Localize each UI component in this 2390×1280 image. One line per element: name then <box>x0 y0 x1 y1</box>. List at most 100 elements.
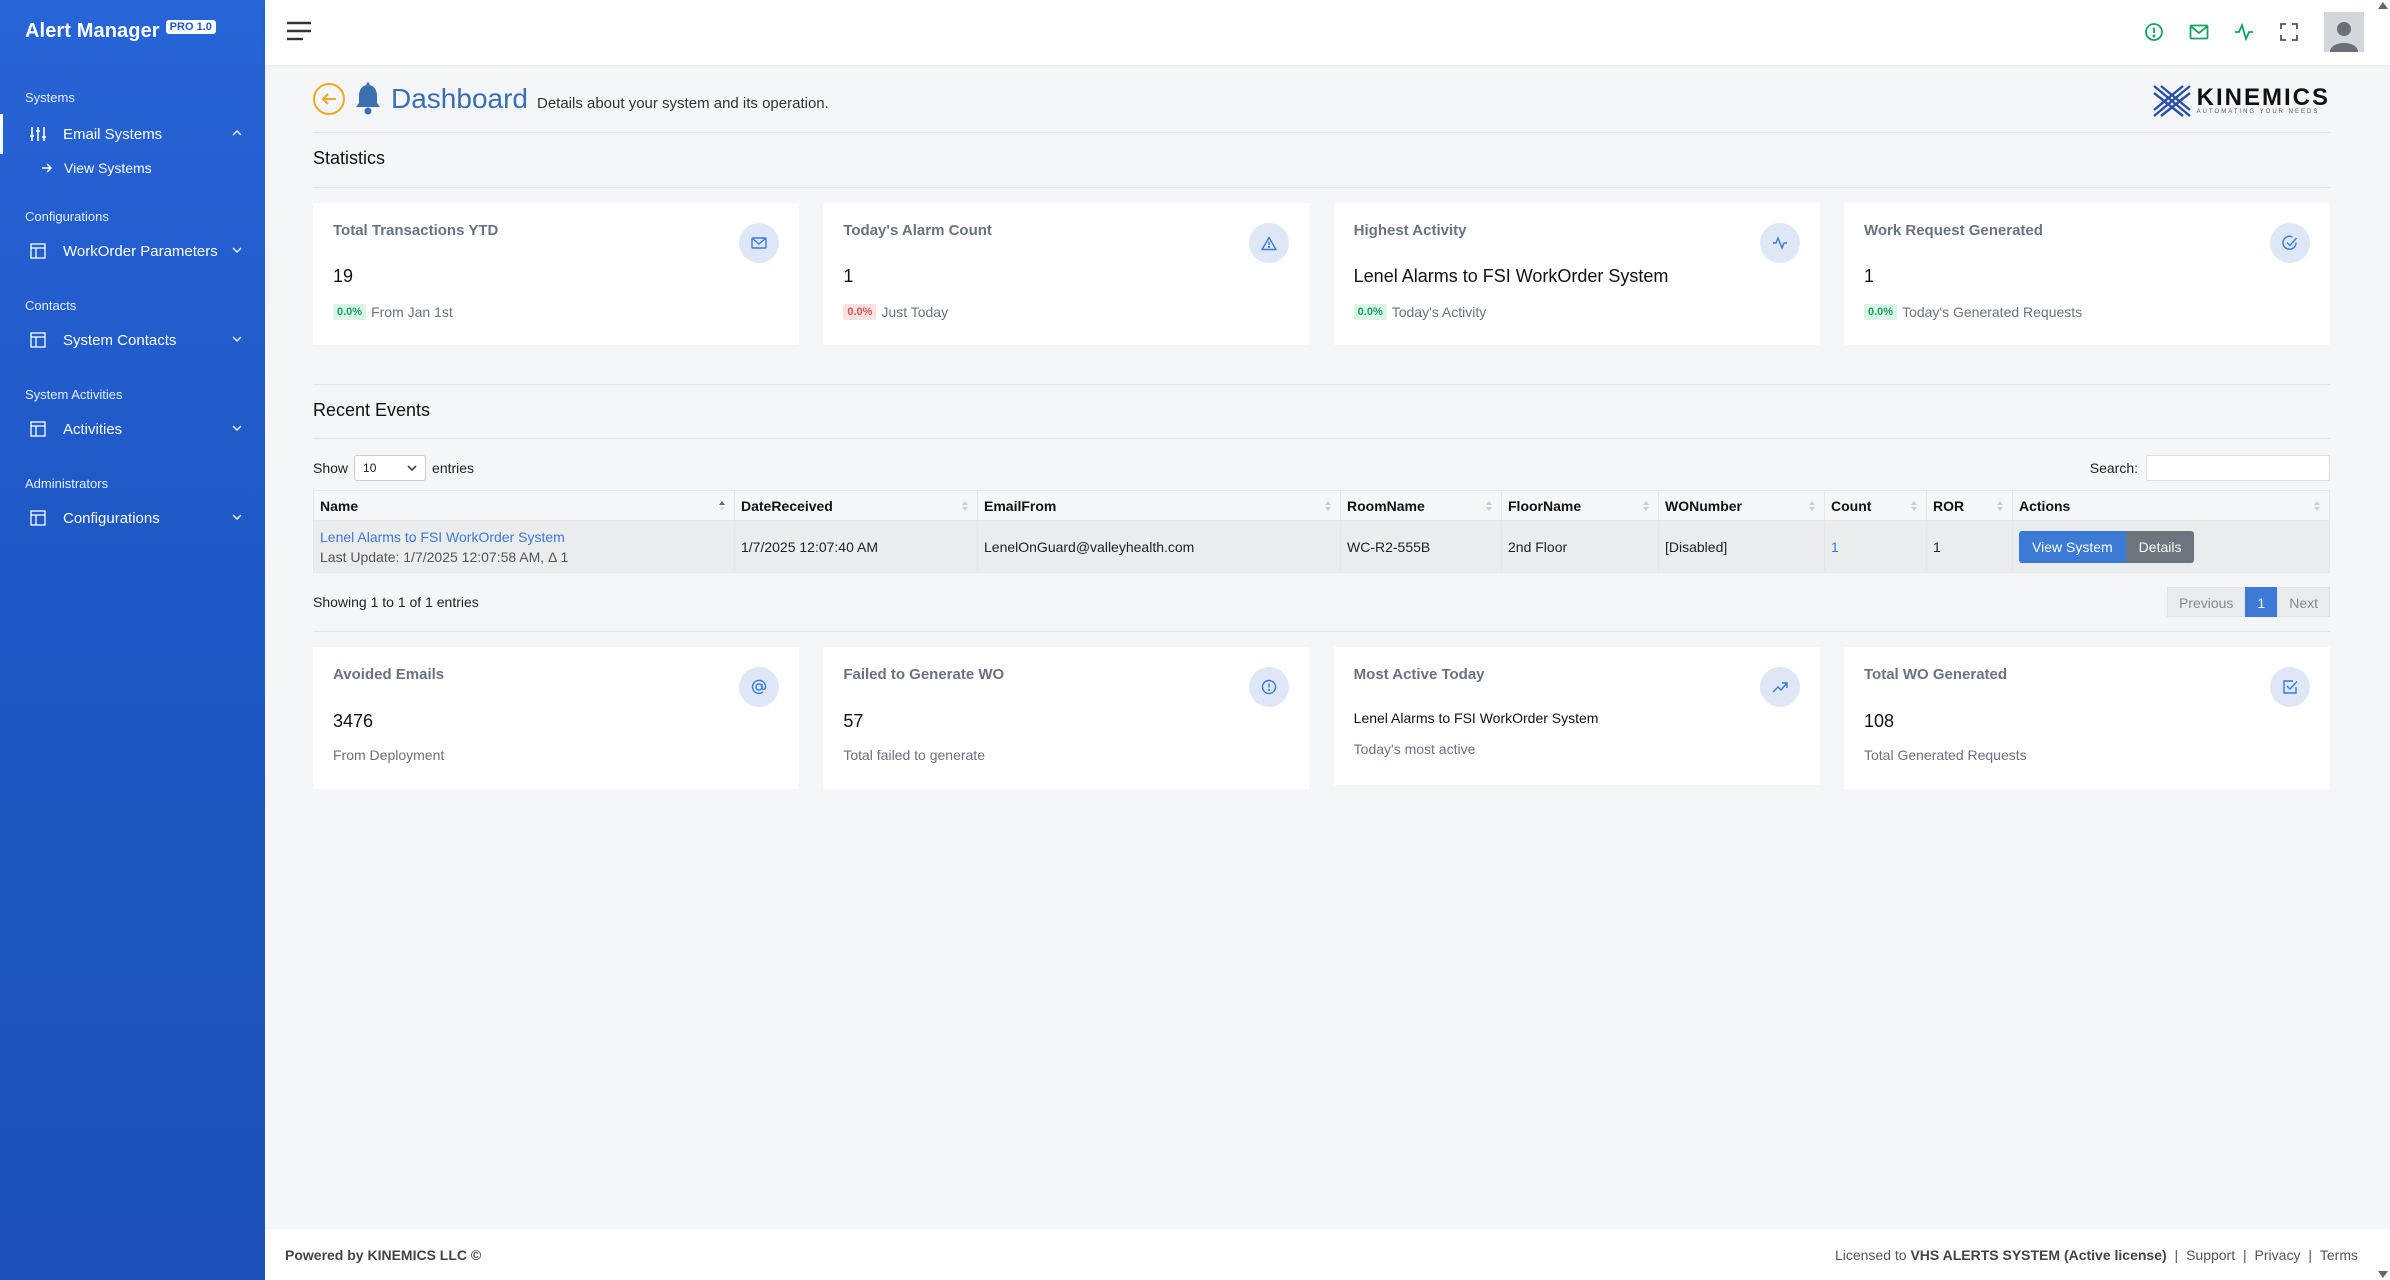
pagination: Previous 1 Next <box>2166 587 2330 617</box>
column-header-ror[interactable]: ROR <box>1926 490 2013 521</box>
sort-icon <box>962 501 968 511</box>
version-badge: PRO 1.0 <box>165 20 216 34</box>
card-title: Total Transactions YTD <box>333 222 499 239</box>
scroll-down-arrow-icon[interactable] <box>2378 1271 2388 1278</box>
alert-circle-icon[interactable] <box>2141 19 2167 45</box>
column-header-count[interactable]: Count <box>1824 490 1927 521</box>
chevron-down-icon <box>231 422 243 434</box>
chevron-down-icon <box>231 244 243 256</box>
details-button[interactable]: Details <box>2125 530 2195 563</box>
sidebar-item-label: WorkOrder Parameters <box>63 242 218 260</box>
chevron-down-icon <box>231 511 243 523</box>
card-footnote: Today's most active <box>1353 741 1476 757</box>
sort-icon <box>1325 501 1331 511</box>
alert-triangle-icon <box>1249 223 1290 263</box>
page-length-select[interactable]: 10 <box>354 455 427 481</box>
column-header-email-from[interactable]: EmailFrom <box>977 490 1341 521</box>
table-icon <box>29 242 47 260</box>
licensed-prefix: Licensed to <box>1834 1246 1907 1263</box>
avatar[interactable] <box>2324 12 2364 52</box>
search-input[interactable] <box>2146 455 2330 481</box>
column-header-wo-number[interactable]: WONumber <box>1658 490 1825 521</box>
back-button[interactable] <box>313 82 345 115</box>
entries-label: entries <box>432 460 475 476</box>
chevron-up-icon <box>231 127 243 139</box>
hamburger-menu-icon[interactable] <box>285 20 313 44</box>
sidebar-subitem-view-systems[interactable]: View Systems <box>0 154 265 182</box>
table-footer: Showing 1 to 1 of 1 entries Previous 1 N… <box>313 573 2330 632</box>
sidebar-item-activities[interactable]: Activities <box>0 409 265 449</box>
cell-wo-number: [Disabled] <box>1658 520 1825 573</box>
fullscreen-icon[interactable] <box>2276 19 2302 45</box>
table-icon <box>29 420 47 438</box>
sort-icon <box>1997 501 2003 511</box>
column-header-name[interactable]: Name <box>313 490 735 521</box>
sidebar-item-label: Email Systems <box>63 125 163 143</box>
column-header-actions[interactable]: Actions <box>2012 490 2330 521</box>
count-link[interactable]: 1 <box>1831 539 1839 555</box>
change-badge: 0.0% <box>333 304 367 320</box>
sliders-icon <box>29 125 47 143</box>
sort-icon <box>2314 501 2320 511</box>
mail-icon[interactable] <box>2186 19 2212 45</box>
card-title: Highest Activity <box>1353 222 1467 239</box>
sidebar-item-workorder-parameters[interactable]: WorkOrder Parameters <box>0 231 265 271</box>
card-footnote: From Jan 1st <box>371 304 453 320</box>
at-icon <box>739 667 779 707</box>
cell-name: Lenel Alarms to FSI WorkOrder System Las… <box>313 520 735 573</box>
licensed-to: VHS ALERTS SYSTEM (Active license) <box>1910 1246 2167 1263</box>
sidebar-item-system-contacts[interactable]: System Contacts <box>0 320 265 360</box>
card-title: Today's Alarm Count <box>843 222 992 239</box>
privacy-link[interactable]: Privacy <box>2255 1247 2301 1263</box>
logo-tagline: AUTOMATING YOUR NEEDS <box>2196 109 2320 115</box>
card-title: Total WO Generated <box>1863 666 2008 683</box>
previous-page-button[interactable]: Previous <box>2166 587 2246 617</box>
card-footnote: Total Generated Requests <box>1863 747 2027 763</box>
last-update-text: Last Update: 1/7/2025 12:07:58 AM, Δ 1 <box>320 548 569 565</box>
check-circle-icon <box>2269 223 2310 263</box>
column-header-floor-name[interactable]: FloorName <box>1501 490 1659 521</box>
trending-up-icon <box>1759 667 1800 707</box>
terms-link[interactable]: Terms <box>2320 1247 2358 1263</box>
column-header-room-name[interactable]: RoomName <box>1340 490 1502 521</box>
page-length-value: 10 <box>363 461 377 475</box>
page-1-button[interactable]: 1 <box>2245 587 2278 617</box>
sidebar-item-configurations[interactable]: Configurations <box>0 498 265 538</box>
stat-card: Today's Alarm Count 1 0.0% Just Today <box>823 203 1310 345</box>
table-controls: Show 10 entries Search: <box>313 455 2330 481</box>
nav-section-system-activities: System Activities <box>25 387 123 402</box>
table-row: Lenel Alarms to FSI WorkOrder System Las… <box>313 520 2330 573</box>
activity-icon[interactable] <box>2231 19 2257 45</box>
change-badge: 0.0% <box>1863 304 1898 320</box>
change-badge: 0.0% <box>1353 304 1387 320</box>
main-content: Dashboard Details about your system and … <box>313 65 2330 789</box>
column-header-date-received[interactable]: DateReceived <box>734 490 978 521</box>
cell-room-name: WC-R2-555B <box>1340 520 1502 573</box>
card-footnote: Total failed to generate <box>843 747 985 763</box>
brand[interactable]: Alert Manager PRO 1.0 <box>0 0 265 62</box>
activity-icon <box>1759 223 1800 263</box>
card-footnote: From Deployment <box>333 747 445 763</box>
nav-section-systems: Systems <box>25 90 75 105</box>
next-page-button[interactable]: Next <box>2277 587 2330 617</box>
card-footnote: Today's Activity <box>1391 304 1487 320</box>
show-label: Show <box>313 460 349 476</box>
chevron-down-icon <box>407 465 417 471</box>
cell-count: 1 <box>1824 520 1927 573</box>
view-system-button[interactable]: View System <box>2019 530 2126 563</box>
summary-card: Total WO Generated 108 Total Generated R… <box>1843 647 2330 789</box>
table-icon <box>29 509 47 527</box>
support-link[interactable]: Support <box>2186 1247 2235 1263</box>
stat-card: Highest Activity Lenel Alarms to FSI Wor… <box>1333 203 1820 345</box>
cell-email-from: LenelOnGuard@valleyhealth.com <box>977 520 1341 573</box>
logo-mark-icon <box>2152 85 2191 117</box>
card-value: Lenel Alarms to FSI WorkOrder System <box>1353 266 1669 286</box>
chevron-down-icon <box>231 333 243 345</box>
system-name-link[interactable]: Lenel Alarms to FSI WorkOrder System <box>320 529 728 545</box>
page-subtitle: Details about your system and its operat… <box>536 95 829 112</box>
summary-card: Most Active Today Lenel Alarms to FSI Wo… <box>1333 647 1820 785</box>
scroll-up-arrow-icon[interactable] <box>2378 2 2388 9</box>
sidebar-item-email-systems[interactable]: Email Systems <box>0 114 265 154</box>
card-title: Avoided Emails <box>333 666 445 683</box>
cell-floor-name: 2nd Floor <box>1501 520 1659 573</box>
